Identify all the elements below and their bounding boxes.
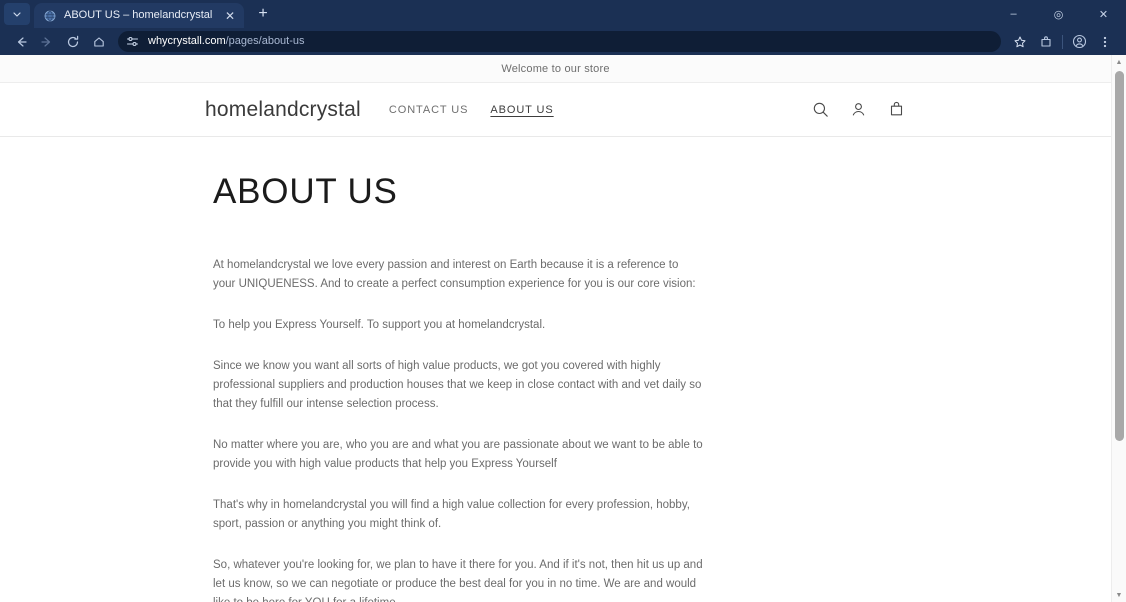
browser-tab[interactable]: ABOUT US – homelandcrystal ✕ xyxy=(34,3,244,28)
browser-menu-button[interactable] xyxy=(1092,31,1118,53)
url-domain: whycrystall.com xyxy=(148,36,226,47)
paragraph: That's why in homelandcrystal you will f… xyxy=(213,498,690,530)
profile-icon xyxy=(1072,34,1086,49)
scrollbar-up-arrow[interactable]: ▲ xyxy=(1112,55,1126,69)
nav-item-about-us[interactable]: ABOUT US xyxy=(490,104,553,116)
three-dot-menu-icon xyxy=(1103,36,1107,47)
cart-icon[interactable] xyxy=(886,100,906,120)
browser-window: ABOUT US – homelandcrystal ✕ + – ◎ ✕ why… xyxy=(0,0,1126,602)
paragraph: At homelandcrystal we love every passion… xyxy=(213,258,696,290)
paragraph: Since we know you want all sorts of high… xyxy=(213,359,702,410)
scrollbar-track[interactable] xyxy=(1112,69,1126,588)
announcement-text: Welcome to our store xyxy=(501,62,610,75)
toolbar-right-group xyxy=(1007,31,1118,53)
home-button[interactable] xyxy=(86,31,112,53)
forward-button[interactable] xyxy=(34,31,60,53)
back-arrow-icon xyxy=(17,36,27,47)
page-scrollbar[interactable]: ▲ ▼ xyxy=(1111,55,1126,602)
main-navigation: CONTACT US ABOUT US xyxy=(389,104,810,116)
bookmark-star-button[interactable] xyxy=(1007,31,1033,53)
web-page: Welcome to our store homelandcrystal CON… xyxy=(0,55,1111,602)
paragraph: So, whatever you're looking for, we plan… xyxy=(213,558,703,602)
window-maximize-button[interactable]: ◎ xyxy=(1036,0,1081,28)
site-logo[interactable]: homelandcrystal xyxy=(205,98,361,122)
account-icon[interactable] xyxy=(848,100,868,120)
home-icon xyxy=(94,36,104,47)
back-button[interactable] xyxy=(8,31,34,53)
window-minimize-button[interactable]: – xyxy=(991,0,1036,28)
reload-icon xyxy=(67,35,79,47)
reload-button[interactable] xyxy=(60,31,86,53)
chevron-down-icon xyxy=(13,12,21,17)
scrollbar-thumb[interactable] xyxy=(1114,71,1124,441)
globe-icon xyxy=(43,9,57,23)
site-header: homelandcrystal CONTACT US ABOUT US xyxy=(0,83,1111,137)
paragraph: To help you Express Yourself. To support… xyxy=(213,318,546,331)
extensions-button[interactable] xyxy=(1033,31,1059,53)
window-close-button[interactable]: ✕ xyxy=(1081,0,1126,28)
site-settings-icon[interactable] xyxy=(125,34,140,49)
tab-title: ABOUT US – homelandcrystal xyxy=(64,10,213,21)
new-tab-button[interactable]: + xyxy=(250,2,276,26)
paragraph: No matter where you are, who you are and… xyxy=(213,438,703,470)
tab-close-button[interactable]: ✕ xyxy=(222,8,238,24)
nav-item-contact-us[interactable]: CONTACT US xyxy=(389,104,469,116)
address-bar[interactable]: whycrystall.com/pages/about-us xyxy=(118,31,1001,52)
page-content: ABOUT US At homelandcrystal we love ever… xyxy=(0,172,1111,602)
url-path: /pages/about-us xyxy=(225,36,305,47)
page-title: ABOUT US xyxy=(213,172,398,211)
search-icon[interactable] xyxy=(810,100,830,120)
page-viewport: Welcome to our store homelandcrystal CON… xyxy=(0,55,1126,602)
tab-strip: ABOUT US – homelandcrystal ✕ + – ◎ ✕ xyxy=(0,0,1126,28)
address-bar-url: whycrystall.com/pages/about-us xyxy=(148,36,305,47)
toolbar-divider xyxy=(1062,34,1063,49)
forward-arrow-icon xyxy=(41,36,51,47)
extensions-icon xyxy=(1041,35,1051,47)
about-body-copy: At homelandcrystal we love every passion… xyxy=(213,256,703,602)
window-controls: – ◎ ✕ xyxy=(991,0,1126,28)
announcement-bar: Welcome to our store xyxy=(0,55,1111,83)
header-icon-group xyxy=(810,100,906,120)
star-icon xyxy=(1014,36,1026,47)
profile-button[interactable] xyxy=(1066,31,1092,53)
scrollbar-down-arrow[interactable]: ▼ xyxy=(1112,588,1126,602)
tab-search-button[interactable] xyxy=(4,3,30,25)
browser-toolbar: whycrystall.com/pages/about-us xyxy=(0,28,1126,55)
